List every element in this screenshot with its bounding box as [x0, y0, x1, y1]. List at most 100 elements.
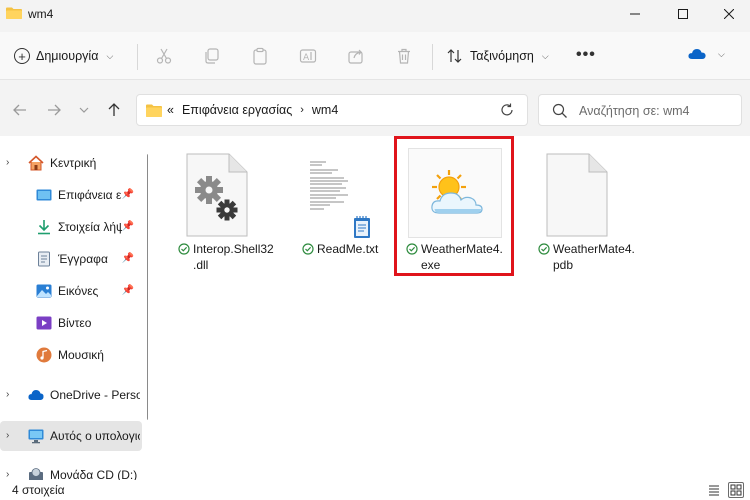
onedrive-icon: [28, 390, 44, 400]
maximize-button[interactable]: [660, 0, 706, 28]
home-icon: [28, 155, 44, 171]
file-name: WeatherMate4.: [421, 242, 503, 256]
chevron-down-icon: [79, 107, 89, 113]
plus-circle-icon: +: [14, 48, 30, 64]
breadcrumb-separator-icon: ›: [300, 104, 304, 116]
folder-icon: [6, 7, 22, 19]
copy-icon: [205, 48, 219, 64]
new-button-label: Δημιουργία: [36, 49, 99, 63]
toolbar-divider: [432, 44, 433, 70]
back-button[interactable]: [10, 100, 30, 120]
recent-locations-button[interactable]: [74, 100, 94, 120]
svg-text:A: A: [303, 53, 310, 63]
command-bar: + Δημιουργία ⌵ A Ταξινόμηση ⌵ ••• ⌵: [0, 32, 750, 80]
forward-button[interactable]: [44, 100, 64, 120]
text-document-icon: [306, 158, 370, 238]
sidebar-item-this-pc[interactable]: › Αυτός ο υπολογιστής: [0, 421, 142, 451]
paste-button[interactable]: [250, 46, 270, 66]
sidebar-item-label: Κεντρική: [50, 156, 97, 170]
cut-button[interactable]: [154, 46, 174, 66]
copy-button[interactable]: [202, 46, 222, 66]
list-view-icon: [709, 485, 719, 496]
new-button[interactable]: + Δημιουργία ⌵: [14, 44, 113, 68]
up-button[interactable]: [104, 100, 124, 120]
sort-icon: [447, 49, 462, 63]
sidebar-item-label: Εικόνες: [58, 284, 99, 298]
this-pc-icon: [28, 429, 44, 444]
sidebar-item-videos[interactable]: Βίντεο: [0, 308, 142, 338]
chevron-down-icon: ⌵: [718, 48, 725, 59]
details-view-button[interactable]: [706, 482, 722, 498]
file-item-weathermate-pdb[interactable]: WeatherMate4. pdb: [520, 136, 635, 272]
navigation-pane: › Κεντρική Επιφάνεια εργασίας 📌 Στοιχεία: [0, 136, 148, 480]
sidebar-item-documents[interactable]: Έγγραφα 📌: [0, 244, 142, 274]
expand-chevron-icon[interactable]: ›: [6, 389, 9, 400]
search-input[interactable]: [579, 101, 737, 121]
sidebar-item-label: Βίντεο: [58, 316, 92, 330]
large-icons-view-button[interactable]: [728, 482, 744, 498]
file-item-weathermate-exe[interactable]: WeatherMate4. exe: [392, 136, 514, 276]
sidebar-item-label: OneDrive - Personal: [50, 388, 140, 402]
sidebar-item-label: Στοιχεία λήψης: [58, 220, 122, 234]
delete-button[interactable]: [394, 46, 414, 66]
arrow-left-icon: [13, 104, 26, 116]
onedrive-status-button[interactable]: ⌵: [688, 48, 725, 60]
sort-button-label: Ταξινόμηση: [470, 49, 534, 63]
rename-icon: A: [299, 49, 317, 63]
cd-drive-icon: [29, 468, 43, 480]
sidebar-item-desktop[interactable]: Επιφάνεια εργασίας 📌: [0, 180, 142, 210]
expand-chevron-icon[interactable]: ›: [6, 157, 9, 168]
sidebar-item-downloads[interactable]: Στοιχεία λήψης 📌: [0, 212, 142, 242]
refresh-icon[interactable]: [499, 102, 515, 118]
title-bar: wm4: [0, 0, 750, 28]
see-more-button[interactable]: •••: [576, 46, 596, 64]
minimize-button[interactable]: [612, 0, 658, 28]
trash-icon: [398, 48, 410, 64]
pin-icon: 📌: [121, 285, 134, 296]
music-icon: [36, 347, 52, 363]
share-icon: [348, 49, 363, 64]
file-list: Interop.Shell32 .dll ReadMe.txt WeatherM…: [160, 136, 750, 480]
window-title: wm4: [28, 7, 54, 21]
close-button[interactable]: [706, 0, 750, 28]
folder-icon: [146, 104, 162, 117]
sidebar-item-cd-drive[interactable]: › Μονάδα CD (D:): [0, 460, 142, 480]
sidebar-item-home[interactable]: › Κεντρική: [0, 148, 142, 178]
file-name: WeatherMate4.: [553, 242, 635, 256]
minimize-icon: [630, 13, 640, 15]
expand-chevron-icon[interactable]: ›: [6, 430, 9, 441]
sidebar-item-label: Αυτός ο υπολογιστής: [50, 429, 140, 443]
sync-ok-icon: [406, 243, 418, 255]
documents-icon: [38, 251, 50, 267]
grid-view-icon: [730, 484, 742, 496]
file-item-readme[interactable]: ReadMe.txt: [284, 136, 396, 260]
main-area: › Κεντρική Επιφάνεια εργασίας 📌 Στοιχεία: [0, 136, 750, 480]
sort-button[interactable]: Ταξινόμηση ⌵: [446, 44, 549, 68]
toolbar-divider: [137, 44, 138, 70]
chevron-down-icon: ⌵: [106, 50, 114, 61]
breadcrumb-overflow[interactable]: «: [167, 103, 174, 117]
sidebar-scrollbar[interactable]: [147, 154, 148, 420]
maximize-icon: [678, 9, 688, 19]
file-name-ext: pdb: [553, 258, 574, 272]
sidebar-item-music[interactable]: Μουσική: [0, 340, 142, 370]
expand-chevron-icon[interactable]: ›: [6, 469, 9, 480]
breadcrumb-desktop[interactable]: Επιφάνεια εργασίας: [182, 103, 292, 117]
search-box[interactable]: [538, 94, 742, 126]
clipboard-icon: [253, 47, 267, 65]
share-button[interactable]: [346, 46, 366, 66]
address-bar[interactable]: « Επιφάνεια εργασίας › wm4: [136, 94, 528, 126]
file-name-ext: exe: [421, 258, 441, 272]
sidebar-item-label: Επιφάνεια εργασίας: [58, 188, 122, 202]
pictures-icon: [36, 284, 52, 298]
sync-ok-icon: [538, 243, 550, 255]
file-name: Interop.Shell32: [193, 242, 274, 256]
rename-button[interactable]: A: [298, 46, 318, 66]
sidebar-item-pictures[interactable]: Εικόνες 📌: [0, 276, 142, 306]
breadcrumb-wm4[interactable]: wm4: [312, 103, 338, 117]
sidebar-item-onedrive[interactable]: › OneDrive - Personal: [0, 380, 142, 410]
status-bar: 4 στοιχεία: [0, 480, 750, 500]
file-item-interop-dll[interactable]: Interop.Shell32 .dll: [160, 136, 274, 272]
pin-icon: 📌: [121, 221, 134, 232]
sidebar-item-label: Μονάδα CD (D:): [50, 468, 138, 480]
